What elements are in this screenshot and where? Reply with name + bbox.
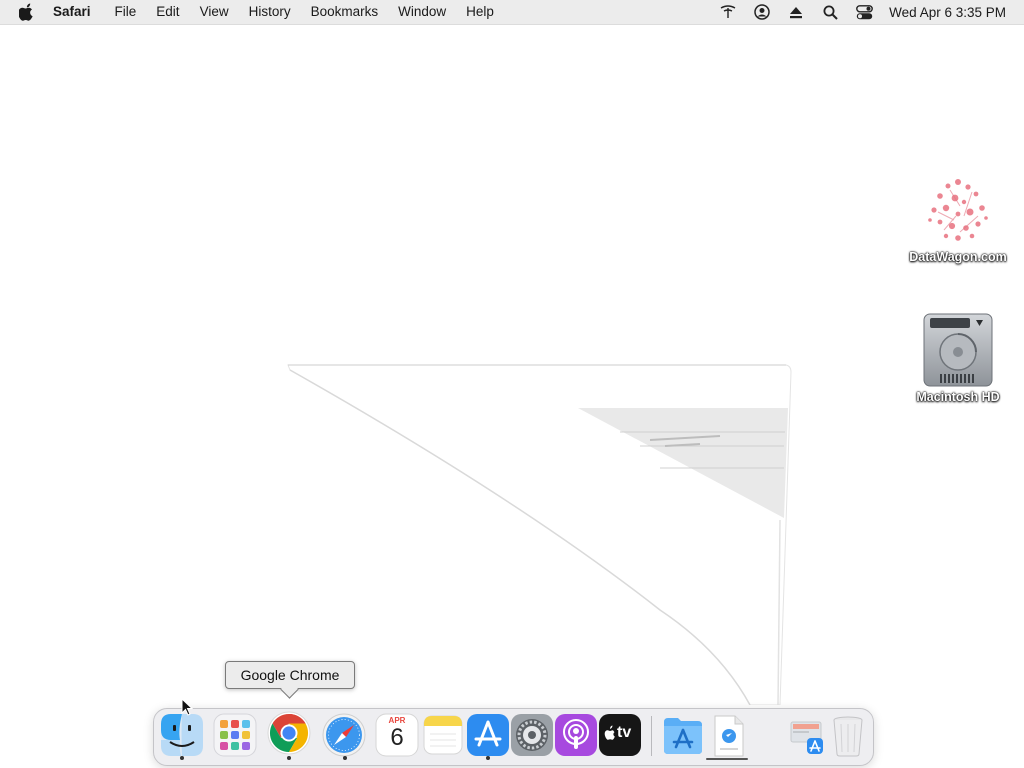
- dock-item-app-store[interactable]: [465, 712, 511, 758]
- desktop-icon-datawagon[interactable]: DataWagon.com: [898, 172, 1018, 266]
- dock-item-calendar[interactable]: APR 6: [374, 712, 420, 758]
- dock-item-system-preferences[interactable]: [509, 712, 555, 758]
- finder-icon: [161, 714, 203, 756]
- system-preferences-icon: [511, 714, 553, 756]
- trash-icon: [833, 716, 863, 757]
- dock-running-indicator: [180, 756, 184, 760]
- minimizing-window-ghost: [280, 360, 800, 706]
- app-store-icon: [467, 714, 509, 756]
- dock-item-trash[interactable]: [825, 712, 871, 758]
- safari-icon: [322, 713, 366, 757]
- downloads-stack-icon: [714, 715, 744, 757]
- dock-item-tv[interactable]: tv: [597, 712, 643, 758]
- datawagon-image-icon: [920, 172, 996, 248]
- chrome-icon: [267, 711, 311, 755]
- menu-bar: Safari File Edit View History Bookmarks …: [0, 0, 1024, 25]
- menu-edit[interactable]: Edit: [146, 0, 189, 24]
- menu-bookmarks[interactable]: Bookmarks: [301, 0, 389, 24]
- menu-window[interactable]: Window: [388, 0, 456, 24]
- apple-logo-icon[interactable]: [17, 2, 37, 22]
- podcasts-icon: [555, 714, 597, 756]
- dock-tooltip: Google Chrome: [225, 661, 355, 689]
- menu-file[interactable]: File: [105, 0, 147, 24]
- user-account-icon[interactable]: [752, 2, 772, 22]
- dock-separator: [651, 716, 652, 756]
- dock-running-indicator: [343, 756, 347, 760]
- launchpad-icon: [213, 713, 257, 757]
- menubar-clock[interactable]: Wed Apr 6 3:35 PM: [889, 5, 1006, 20]
- eject-icon[interactable]: [786, 2, 806, 22]
- dock-item-safari[interactable]: [321, 712, 367, 758]
- menu-help[interactable]: Help: [456, 0, 504, 24]
- dock-item-podcasts[interactable]: [553, 712, 599, 758]
- notes-icon: [423, 715, 463, 755]
- dock-item-finder[interactable]: [159, 712, 205, 758]
- network-icon[interactable]: [718, 2, 738, 22]
- applications-folder-icon: [664, 718, 702, 754]
- menu-history[interactable]: History: [239, 0, 301, 24]
- dock-selection-underline: [706, 758, 748, 760]
- desktop-icon-label: Macintosh HD: [916, 390, 1000, 404]
- dock-item-launchpad[interactable]: [212, 712, 258, 758]
- control-center-icon[interactable]: [854, 2, 874, 22]
- dock-item-applications[interactable]: [660, 712, 706, 758]
- calendar-day: 6: [390, 724, 404, 751]
- dock-item-downloads[interactable]: [705, 712, 751, 758]
- dock-running-indicator: [287, 756, 291, 760]
- menu-view[interactable]: View: [190, 0, 239, 24]
- status-area: Wed Apr 6 3:35 PM: [711, 0, 1024, 24]
- mouse-cursor-icon: [181, 697, 194, 716]
- dock-item-notes[interactable]: [420, 712, 466, 758]
- tv-label: tv: [617, 724, 632, 741]
- menu-app-name[interactable]: Safari: [51, 0, 105, 24]
- desktop-icon-label: DataWagon.com: [909, 250, 1007, 264]
- spotlight-search-icon[interactable]: [820, 2, 840, 22]
- dock-item-google-chrome[interactable]: [266, 710, 312, 756]
- dock-running-indicator: [486, 756, 490, 760]
- hard-drive-icon: [920, 312, 996, 388]
- desktop-icon-macintosh-hd[interactable]: Macintosh HD: [898, 312, 1018, 406]
